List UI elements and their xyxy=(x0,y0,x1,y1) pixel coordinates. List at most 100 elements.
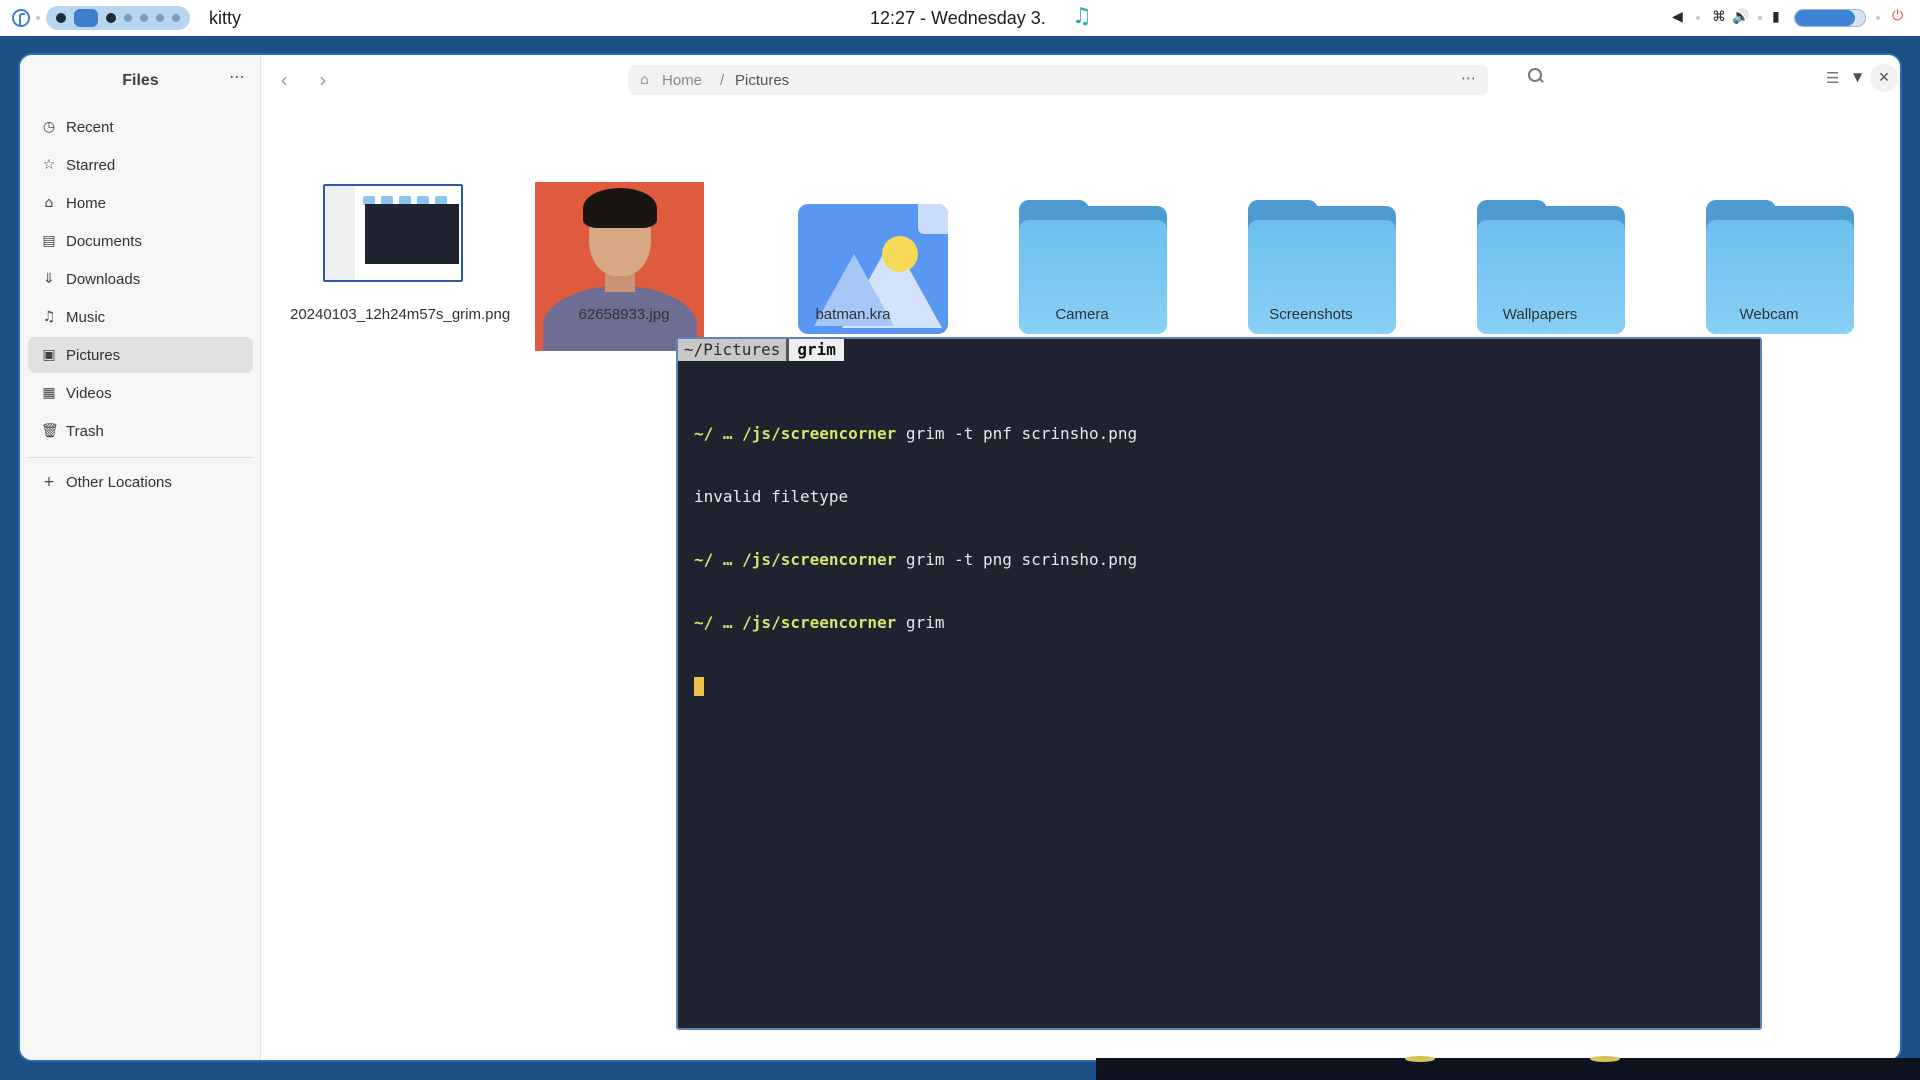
sidebar-item-label: Recent xyxy=(66,119,114,136)
terminal-output[interactable]: ~/ … /js/screencorner grim -t pnf scrins… xyxy=(694,381,1137,738)
workspace-5-indicator[interactable] xyxy=(140,14,148,22)
music-note-icon[interactable]: ♫ xyxy=(1072,4,1092,29)
thumbnail-terminal xyxy=(365,204,459,264)
sidebar-item-label: Other Locations xyxy=(66,474,172,491)
workspace-1-indicator[interactable] xyxy=(56,13,66,23)
photo-thumbnail xyxy=(535,182,704,351)
sidebar-item-downloads[interactable]: ⇓ Downloads xyxy=(28,261,253,297)
shell-command: grim -t pnf scrinsho.png xyxy=(896,424,1138,443)
path-bar[interactable]: ⌂ Home / Pictures ⋯ xyxy=(628,65,1488,95)
folder-name: Webcam xyxy=(1739,306,1799,323)
terminal-tab-bar: ~/Pictures grim xyxy=(678,339,844,361)
kitty-terminal-window[interactable]: ~/Pictures grim ~/ … /js/screencorner gr… xyxy=(676,337,1762,1030)
file-name: 20240103_12h24m57s_grim.png xyxy=(290,306,511,323)
close-icon[interactable]: ✕ xyxy=(1870,64,1898,92)
shell-command: grim xyxy=(896,613,945,632)
search-icon[interactable] xyxy=(1528,68,1544,84)
separator-dot xyxy=(1696,16,1700,20)
path-menu-button[interactable]: ⋯ xyxy=(1461,69,1476,87)
main-menu-button[interactable]: ⋯ xyxy=(229,67,245,87)
sidebar-item-label: Trash xyxy=(66,423,104,440)
wallpaper-detail xyxy=(1405,1056,1435,1062)
terminal-tab-grim[interactable]: grim xyxy=(786,339,844,361)
sidebar-item-home[interactable]: ⌂ Home xyxy=(28,185,253,221)
breadcrumb-current[interactable]: Pictures xyxy=(735,72,789,89)
sidebar-item-label: Starred xyxy=(66,157,116,174)
clock-icon: ◷ xyxy=(42,119,56,135)
separator-dot xyxy=(36,16,40,20)
screenshot-thumbnail xyxy=(323,184,463,282)
plus-icon: + xyxy=(43,474,55,490)
star-icon: ☆ xyxy=(42,157,56,173)
top-bar: kitty 12:27 - Wednesday 3. ♫ ◀ ⌘ 🔊 ▮ ⏻ xyxy=(0,0,1920,36)
shell-prompt: ~/ … /js/screencorner xyxy=(694,424,897,443)
sidebar: Files ⋯ ◷ Recent ☆ Starred ⌂ Home ▤ Docu… xyxy=(20,55,261,1060)
media-previous-icon[interactable]: ◀ xyxy=(1672,9,1683,25)
sidebar-item-starred[interactable]: ☆ Starred xyxy=(28,147,253,183)
terminal-line xyxy=(694,675,1137,696)
power-icon[interactable]: ⏻ xyxy=(1892,8,1903,24)
workspace-7-indicator[interactable] xyxy=(172,14,180,22)
sidebar-item-music[interactable]: ♫ Music xyxy=(28,299,253,335)
desktop-wallpaper xyxy=(1096,1058,1920,1080)
file-name: batman.kra xyxy=(815,306,891,323)
photo-hair xyxy=(583,188,657,228)
fedora-logo-icon[interactable] xyxy=(12,9,30,27)
battery-level-bar[interactable] xyxy=(1794,9,1866,27)
back-button[interactable]: ‹ xyxy=(280,68,288,92)
trash-icon: 🗑 xyxy=(41,423,59,439)
volume-icon[interactable]: 🔊 xyxy=(1732,9,1749,25)
sidebar-item-label: Documents xyxy=(66,233,142,250)
terminal-line: ~/ … /js/screencorner grim -t pnf scrins… xyxy=(694,423,1137,444)
download-icon: ⇓ xyxy=(43,271,55,287)
sidebar-divider xyxy=(28,457,253,458)
sidebar-item-other-locations[interactable]: + Other Locations xyxy=(28,464,253,500)
document-icon: ▤ xyxy=(42,233,56,249)
sidebar-item-pictures[interactable]: ▣ Pictures xyxy=(28,337,253,373)
sidebar-item-label: Downloads xyxy=(66,271,141,288)
shell-prompt: ~/ … /js/screencorner xyxy=(694,613,897,632)
list-view-icon[interactable]: ☰ xyxy=(1826,69,1839,87)
shell-command: grim -t png scrinsho.png xyxy=(896,550,1138,569)
sidebar-item-videos[interactable]: ▦ Videos xyxy=(28,375,253,411)
folder-item[interactable]: Wallpapers xyxy=(1435,130,1645,350)
wifi-icon[interactable]: ⌘ xyxy=(1712,9,1726,25)
terminal-line: invalid filetype xyxy=(694,486,1137,507)
home-icon: ⌂ xyxy=(640,72,649,88)
clock[interactable]: 12:27 - Wednesday 3. xyxy=(870,8,1046,29)
folder-item[interactable]: Webcam xyxy=(1664,130,1874,350)
film-icon: ▦ xyxy=(42,385,56,401)
sidebar-item-label: Pictures xyxy=(66,347,121,364)
thumbnail-sidebar xyxy=(325,186,355,280)
sidebar-header: Files ⋯ xyxy=(20,55,261,105)
folder-name: Wallpapers xyxy=(1502,306,1578,323)
separator-dot xyxy=(1758,16,1762,20)
folder-item[interactable]: Camera xyxy=(977,130,1187,350)
terminal-cursor xyxy=(694,677,704,696)
folder-item[interactable]: Screenshots xyxy=(1206,130,1416,350)
battery-level-fill xyxy=(1795,10,1855,26)
separator-dot xyxy=(1876,16,1880,20)
page-fold xyxy=(918,204,948,234)
file-item[interactable]: 62658933.jpg xyxy=(519,130,729,351)
file-item[interactable]: batman.kra xyxy=(748,130,958,350)
breadcrumb-home[interactable]: Home xyxy=(662,72,702,89)
sidebar-item-recent[interactable]: ◷ Recent xyxy=(28,109,253,145)
battery-icon: ▮ xyxy=(1772,9,1780,25)
workspace-2-active-indicator[interactable] xyxy=(74,9,98,27)
wallpaper-detail xyxy=(1590,1056,1620,1062)
terminal-tab-pictures[interactable]: ~/Pictures xyxy=(678,339,787,361)
folder-name: Screenshots xyxy=(1269,306,1353,323)
file-item[interactable]: 20240103_12h24m57s_grim.png xyxy=(290,130,511,350)
sidebar-title: Files xyxy=(122,72,159,89)
sidebar-item-trash[interactable]: 🗑 Trash xyxy=(28,413,253,449)
command-output: invalid filetype xyxy=(694,487,849,506)
workspace-4-indicator[interactable] xyxy=(124,14,132,22)
chevron-down-icon[interactable]: ▼ xyxy=(1853,70,1862,84)
sidebar-item-documents[interactable]: ▤ Documents xyxy=(28,223,253,259)
workspace-6-indicator[interactable] xyxy=(156,14,164,22)
home-icon: ⌂ xyxy=(44,195,54,211)
forward-button[interactable]: › xyxy=(319,68,327,92)
workspace-switcher[interactable] xyxy=(46,6,190,30)
workspace-3-indicator[interactable] xyxy=(106,13,116,23)
